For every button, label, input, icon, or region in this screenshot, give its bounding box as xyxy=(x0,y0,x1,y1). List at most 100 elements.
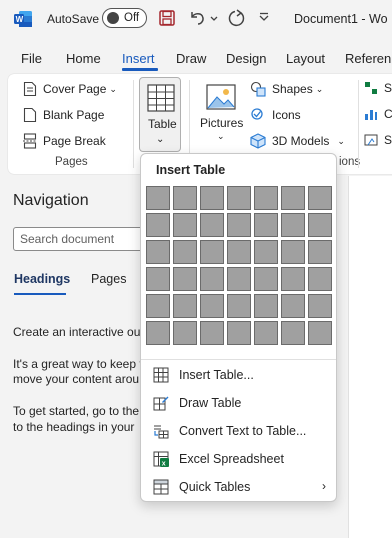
excel-spreadsheet-label: Excel Spreadsheet xyxy=(179,452,284,466)
3d-models-button[interactable]: 3D Models ⌄ xyxy=(250,133,345,149)
table-grid-cell[interactable] xyxy=(308,294,332,318)
undo-dropdown-icon[interactable] xyxy=(210,9,218,27)
table-grid-cell[interactable] xyxy=(146,240,170,264)
table-grid-cell[interactable] xyxy=(281,186,305,210)
table-grid-cell[interactable] xyxy=(146,186,170,210)
table-grid-cell[interactable] xyxy=(200,240,224,264)
table-size-grid[interactable] xyxy=(146,186,332,345)
table-grid-cell[interactable] xyxy=(173,294,197,318)
page-break-icon xyxy=(23,133,37,149)
cube-icon xyxy=(250,133,266,149)
save-icon[interactable] xyxy=(158,9,176,27)
redo-icon[interactable] xyxy=(226,9,246,27)
quick-tables-menu-item[interactable]: Quick Tables › xyxy=(141,473,336,501)
autosave-toggle[interactable]: Off xyxy=(102,8,147,28)
excel-spreadsheet-menu-item[interactable]: x Excel Spreadsheet xyxy=(141,445,336,473)
table-grid-cell[interactable] xyxy=(227,321,251,345)
table-grid-cell[interactable] xyxy=(254,240,278,264)
table-grid-cell[interactable] xyxy=(254,213,278,237)
tab-headings[interactable]: Headings xyxy=(14,272,70,286)
table-grid-cell[interactable] xyxy=(173,213,197,237)
table-grid-cell[interactable] xyxy=(281,294,305,318)
document-area xyxy=(348,176,392,538)
table-grid-cell[interactable] xyxy=(254,321,278,345)
table-grid-cell[interactable] xyxy=(308,186,332,210)
tab-design[interactable]: Design xyxy=(226,51,266,66)
ribbon-partial-label-2: C xyxy=(384,107,392,121)
ribbon-divider xyxy=(358,80,359,168)
table-grid-cell[interactable] xyxy=(200,267,224,291)
tab-layout[interactable]: Layout xyxy=(286,51,325,66)
nav-help-text: to the headings in your xyxy=(13,420,135,434)
convert-text-menu-item[interactable]: Convert Text to Table... xyxy=(141,417,336,445)
table-grid-cell[interactable] xyxy=(227,294,251,318)
tab-references[interactable]: Referen xyxy=(345,51,391,66)
toggle-knob xyxy=(107,12,119,24)
toggle-state-label: Off xyxy=(124,12,140,24)
pictures-button[interactable]: Pictures ⌄ xyxy=(198,82,244,146)
ribbon-divider xyxy=(133,80,134,168)
nav-help-text: It's a great way to keep t xyxy=(13,357,143,371)
chevron-down-icon: ⌄ xyxy=(109,83,117,94)
ribbon-partial-item-1[interactable]: S xyxy=(364,81,392,95)
customize-qat-icon[interactable] xyxy=(258,9,270,27)
3d-models-label: 3D Models xyxy=(272,134,330,148)
ribbon-partial-item-2[interactable]: C xyxy=(364,107,392,121)
ribbon-partial-item-3[interactable]: S xyxy=(364,133,392,147)
menu-separator xyxy=(141,359,336,360)
document-title: Document1 - Wo xyxy=(294,12,388,26)
ribbon-partial-label-1: S xyxy=(384,81,392,95)
shapes-button[interactable]: Shapes ⌄ xyxy=(250,81,323,97)
cover-page-button[interactable]: Cover Page ⌄ xyxy=(23,81,117,97)
table-grid-cell[interactable] xyxy=(200,321,224,345)
table-grid-cell[interactable] xyxy=(281,213,305,237)
table-grid-cell[interactable] xyxy=(146,321,170,345)
table-grid-cell[interactable] xyxy=(308,267,332,291)
word-logo-icon: W xyxy=(14,11,32,27)
table-grid-cell[interactable] xyxy=(200,213,224,237)
ribbon-partial-label-3: S xyxy=(384,133,392,147)
tab-draw[interactable]: Draw xyxy=(176,51,206,66)
table-grid-cell[interactable] xyxy=(308,240,332,264)
table-grid-cell[interactable] xyxy=(254,294,278,318)
icons-icon xyxy=(251,108,263,120)
insert-table-label: Insert Table... xyxy=(179,368,254,382)
table-grid-cell[interactable] xyxy=(146,294,170,318)
table-grid-cell[interactable] xyxy=(200,186,224,210)
table-grid-cell[interactable] xyxy=(200,294,224,318)
table-grid-cell[interactable] xyxy=(227,186,251,210)
tab-file[interactable]: File xyxy=(21,51,42,66)
table-grid-cell[interactable] xyxy=(281,321,305,345)
tab-insert[interactable]: Insert xyxy=(122,51,155,66)
navigation-title: Navigation xyxy=(13,192,89,209)
page-break-button[interactable]: Page Break xyxy=(23,133,106,149)
table-grid-cell[interactable] xyxy=(227,267,251,291)
draw-table-menu-item[interactable]: Draw Table xyxy=(141,389,336,417)
table-grid-cell[interactable] xyxy=(173,321,197,345)
convert-text-label: Convert Text to Table... xyxy=(179,424,307,438)
table-grid-cell[interactable] xyxy=(146,213,170,237)
blank-page-button[interactable]: Blank Page xyxy=(23,107,104,123)
table-grid-cell[interactable] xyxy=(227,240,251,264)
svg-text:x: x xyxy=(162,461,166,468)
table-grid-cell[interactable] xyxy=(146,267,170,291)
tab-home[interactable]: Home xyxy=(66,51,101,66)
undo-icon[interactable] xyxy=(188,9,208,27)
blank-page-label: Blank Page xyxy=(43,108,105,122)
table-grid-cell[interactable] xyxy=(173,267,197,291)
table-grid-cell[interactable] xyxy=(173,240,197,264)
insert-table-menu-item[interactable]: Insert Table... xyxy=(141,361,336,389)
icons-button[interactable]: Icons xyxy=(250,107,301,123)
table-grid-cell[interactable] xyxy=(281,267,305,291)
tab-pages[interactable]: Pages xyxy=(91,272,126,286)
cover-page-label: Cover Page xyxy=(43,82,107,96)
table-grid-cell[interactable] xyxy=(254,186,278,210)
table-button[interactable]: Table ⌄ xyxy=(139,77,181,152)
table-grid-cell[interactable] xyxy=(254,267,278,291)
table-grid-cell[interactable] xyxy=(173,186,197,210)
table-grid-cell[interactable] xyxy=(281,240,305,264)
page-break-label: Page Break xyxy=(43,134,106,148)
table-grid-cell[interactable] xyxy=(308,321,332,345)
table-grid-cell[interactable] xyxy=(227,213,251,237)
table-grid-cell[interactable] xyxy=(308,213,332,237)
